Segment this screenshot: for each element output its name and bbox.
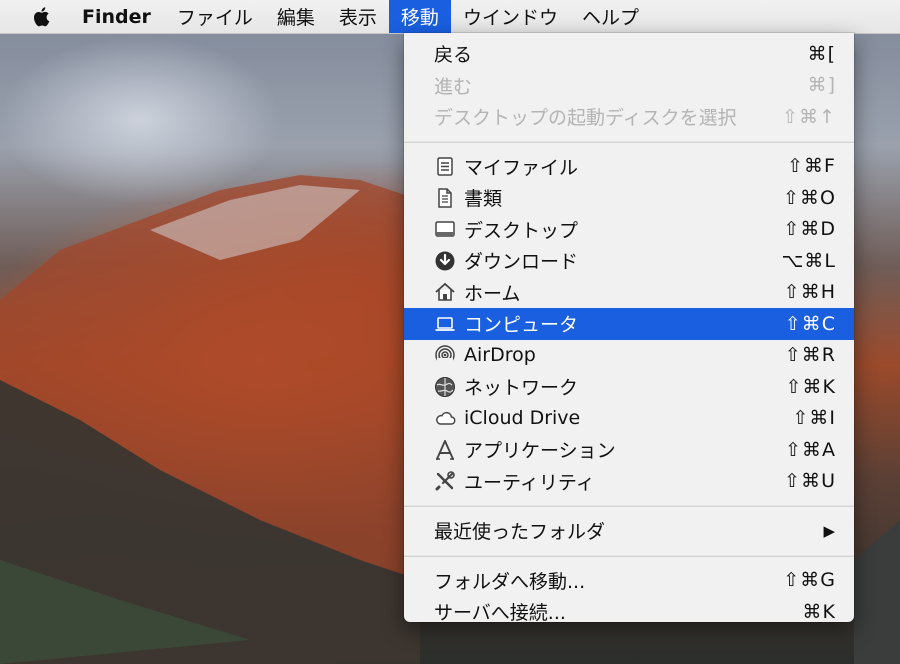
menu-item-label: 戻る	[434, 44, 473, 67]
menu-item-shortcut: ⇧⌘G	[783, 569, 836, 592]
airdrop-icon	[434, 344, 456, 366]
menu-item-shortcut: ⇧⌘D	[783, 218, 836, 241]
menu-item-shortcut: ⌘]	[807, 74, 836, 97]
all-my-files-icon	[434, 155, 456, 177]
menu-item-shortcut: ⇧⌘F	[787, 155, 836, 178]
menu-item-shortcut: ⌘K	[802, 600, 836, 623]
menu-go[interactable]: 移動	[388, 0, 451, 33]
menu-view[interactable]: 表示	[327, 0, 389, 33]
menu-item-label: デスクトップ	[464, 219, 579, 242]
menu-item-label: コンピュータ	[464, 314, 579, 337]
menu-item-downloads[interactable]: ダウンロード ⌥⌘L	[404, 245, 854, 277]
menu-item-shortcut: ⇧⌘I	[792, 407, 836, 430]
menu-item-recent-folders[interactable]: 最近使ったフォルダ ▶	[404, 515, 854, 547]
menu-item-label: ホーム	[464, 282, 521, 305]
applications-icon	[434, 439, 456, 461]
menu-item-desktop[interactable]: デスクトップ ⇧⌘D	[404, 214, 854, 246]
desktop-icon	[434, 218, 456, 240]
menu-item-network[interactable]: ネットワーク ⇧⌘K	[404, 371, 854, 403]
go-menu-dropdown: 戻る ⌘[ 進む ⌘] デスクトップの起動ディスクを選択 ⇧⌘↑ マイファイル …	[404, 33, 854, 624]
menu-item-shortcut: ⇧⌘R	[784, 344, 836, 367]
menu-item-label: AirDrop	[464, 344, 536, 367]
menu-item-shortcut: ⇧⌘A	[785, 438, 836, 461]
menu-item-shortcut: ⌥⌘L	[781, 249, 836, 272]
menu-item-shortcut: ⇧⌘H	[783, 281, 836, 304]
menu-bar: Finder ファイル 編集 表示 移動 ウインドウ ヘルプ	[0, 0, 900, 34]
menu-item-applications[interactable]: アプリケーション ⇧⌘A	[404, 434, 854, 466]
menu-item-label: ユーティリティ	[464, 471, 595, 494]
menu-item-label: アプリケーション	[464, 440, 616, 463]
menu-item-airdrop[interactable]: AirDrop ⇧⌘R	[404, 340, 854, 372]
menu-item-enclosing-startup-disk[interactable]: デスクトップの起動ディスクを選択 ⇧⌘↑	[404, 101, 854, 133]
menu-item-shortcut: ⇧⌘U	[784, 470, 836, 493]
menu-item-label: マイファイル	[464, 156, 579, 179]
menu-item-label: ダウンロード	[464, 251, 579, 274]
menu-item-computer[interactable]: コンピュータ ⇧⌘C	[404, 308, 854, 340]
menu-item-label: フォルダへ移動...	[434, 570, 586, 593]
menu-item-shortcut: ⇧⌘↑	[782, 105, 836, 128]
menu-item-label: 最近使ったフォルダ	[434, 521, 606, 544]
menu-separator	[404, 554, 854, 557]
menu-item-label: 進む	[434, 75, 473, 98]
menu-separator	[404, 505, 854, 507]
menu-item-connect-to-server[interactable]: サーバへ接続... ⌘K	[404, 596, 854, 628]
menu-app-finder[interactable]: Finder	[70, 0, 165, 33]
menu-edit[interactable]: 編集	[265, 0, 327, 33]
menu-item-icloud-drive[interactable]: iCloud Drive ⇧⌘I	[404, 403, 854, 435]
apple-logo-icon[interactable]	[0, 0, 70, 33]
menu-item-label: iCloud Drive	[464, 407, 581, 430]
utilities-icon	[434, 470, 456, 492]
documents-icon	[434, 187, 456, 209]
menu-window[interactable]: ウインドウ	[451, 0, 570, 33]
menu-item-all-my-files[interactable]: マイファイル ⇧⌘F	[404, 151, 854, 183]
menu-item-documents[interactable]: 書類 ⇧⌘O	[404, 182, 854, 214]
menu-file[interactable]: ファイル	[165, 0, 265, 33]
icloud-icon	[434, 407, 456, 429]
menu-item-label: 書類	[464, 188, 503, 211]
menu-help[interactable]: ヘルプ	[570, 0, 651, 33]
menu-item-utilities[interactable]: ユーティリティ ⇧⌘U	[404, 466, 854, 498]
menu-item-go-to-folder[interactable]: フォルダへ移動... ⇧⌘G	[404, 565, 854, 597]
submenu-arrow-icon: ▶	[823, 521, 836, 540]
menu-item-home[interactable]: ホーム ⇧⌘H	[404, 277, 854, 309]
menu-item-label: ネットワーク	[464, 377, 579, 400]
menu-item-shortcut: ⇧⌘C	[784, 312, 836, 335]
menu-item-back[interactable]: 戻る ⌘[	[404, 38, 854, 70]
downloads-icon	[434, 250, 456, 272]
menu-item-label: デスクトップの起動ディスクを選択	[434, 107, 737, 130]
network-icon	[434, 376, 456, 398]
menu-item-shortcut: ⇧⌘O	[783, 186, 836, 209]
menu-item-shortcut: ⌘[	[807, 42, 836, 65]
menu-item-shortcut: ⇧⌘K	[785, 375, 836, 398]
menu-separator	[404, 140, 854, 143]
computer-icon	[434, 313, 456, 335]
home-icon	[434, 281, 456, 303]
menu-item-label: サーバへ接続...	[434, 602, 566, 625]
menu-item-forward[interactable]: 進む ⌘]	[404, 70, 854, 102]
